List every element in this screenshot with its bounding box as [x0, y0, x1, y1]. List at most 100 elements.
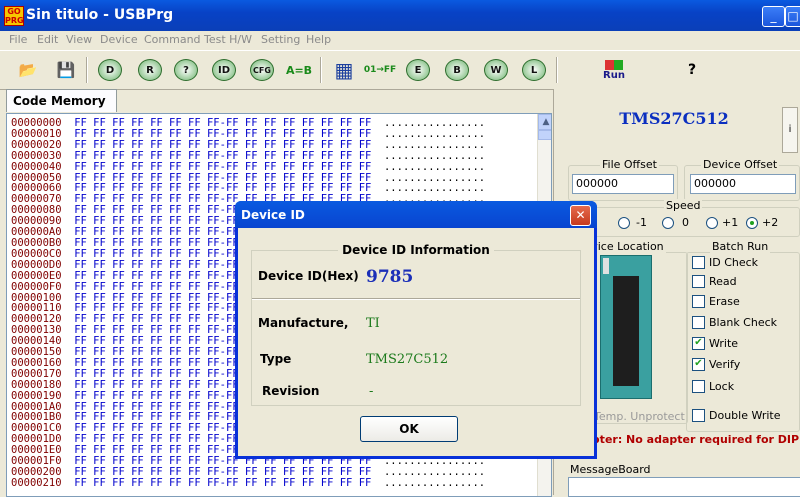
- batch-id-check-checkbox[interactable]: [692, 256, 705, 269]
- run-label: Run: [603, 69, 625, 81]
- menu-file[interactable]: File: [9, 33, 27, 46]
- minimize-button[interactable]: _: [762, 6, 785, 27]
- erase-icon: E: [406, 59, 430, 81]
- batch-read-label: Read: [709, 275, 737, 288]
- speed-radio-plus1[interactable]: [706, 217, 718, 229]
- speed-option-plus1: +1: [722, 216, 739, 229]
- read-button[interactable]: R: [134, 56, 166, 84]
- batch-run-label: Batch Run: [710, 240, 771, 253]
- tab-strip: Code Memory: [0, 89, 552, 113]
- write-button[interactable]: W: [480, 56, 512, 84]
- hex-ascii: ................: [371, 476, 486, 489]
- zif-socket-image: [600, 255, 652, 399]
- menu-command[interactable]: Command: [144, 33, 201, 46]
- toolbar: 📂 💾 D R ? ID CFG A=B ▦ 01→FF E B W L Run…: [0, 50, 800, 90]
- device-id-label: Device ID(Hex): [258, 269, 359, 283]
- batch-read-checkbox[interactable]: [692, 275, 705, 288]
- help-icon: ?: [687, 62, 697, 78]
- adapter-warning: Adapter: No adapter required for DIP: [568, 433, 800, 446]
- menu-edit[interactable]: Edit: [37, 33, 58, 46]
- close-icon[interactable]: ✕: [570, 205, 591, 226]
- fill-button[interactable]: 01→FF: [364, 56, 396, 84]
- app-icon: GO PRG: [4, 6, 24, 26]
- menu-bar: File Edit View Device Command Test H/W S…: [0, 31, 800, 49]
- speed-radio-0[interactable]: [662, 217, 674, 229]
- open-button[interactable]: 📂: [12, 56, 44, 84]
- batch-erase-label: Erase: [709, 295, 740, 308]
- speed-option-plus2: +2: [762, 216, 779, 229]
- hex-row: 00000210 FF FF FF FF FF FF FF FF-FF FF F…: [11, 476, 486, 489]
- side-button[interactable]: i: [782, 107, 798, 153]
- scroll-up-icon[interactable]: ▲: [538, 114, 551, 130]
- file-offset-field[interactable]: 000000: [572, 174, 674, 194]
- manufacture-value: TI: [366, 316, 380, 331]
- unprotect-label: Temp. Unprotect: [594, 410, 685, 423]
- batch-blank-check-label: Blank Check: [709, 316, 778, 329]
- run-button[interactable]: Run: [598, 56, 630, 84]
- batch-lock-label: Lock: [709, 380, 735, 393]
- batch-double-write-label: Double Write: [709, 409, 781, 422]
- compare-icon: A=B: [285, 63, 313, 77]
- run-icon: [605, 59, 623, 70]
- toolbar-separator: [556, 57, 558, 83]
- batch-blank-check-checkbox[interactable]: [692, 316, 705, 329]
- batch-verify-checkbox[interactable]: ✔: [692, 358, 705, 371]
- batch-double-write-checkbox[interactable]: [692, 409, 705, 422]
- detect-icon: D: [98, 59, 122, 81]
- tab-code-memory[interactable]: Code Memory: [6, 89, 117, 112]
- lock-button[interactable]: L: [518, 56, 550, 84]
- divider: [252, 298, 580, 300]
- save-icon: 💾: [56, 61, 76, 79]
- menu-device[interactable]: Device: [100, 33, 138, 46]
- hex-address: 00000210: [11, 476, 62, 489]
- blank-check-button[interactable]: B: [441, 56, 473, 84]
- revision-value: -: [369, 384, 374, 399]
- menu-view[interactable]: View: [66, 33, 92, 46]
- batch-id-check-label: ID Check: [709, 256, 759, 269]
- dialog-title: Device ID: [241, 208, 305, 222]
- message-board[interactable]: [568, 477, 800, 497]
- blank-check-icon: B: [445, 59, 469, 81]
- ok-button[interactable]: OK: [360, 416, 458, 442]
- batch-verify-label: Verify: [709, 358, 741, 371]
- device-id-info-group: Device ID Information Device ID(Hex) 978…: [251, 243, 581, 406]
- batch-write-checkbox[interactable]: ✔: [692, 337, 705, 350]
- speed-option-minus1: -1: [636, 216, 647, 229]
- cfg-button[interactable]: CFG: [246, 56, 278, 84]
- type-label: Type: [260, 352, 292, 366]
- save-button[interactable]: 💾: [50, 56, 82, 84]
- batch-erase-checkbox[interactable]: [692, 295, 705, 308]
- group-title: Device ID Information: [338, 243, 494, 257]
- device-id-dialog: Device ID ✕ Device ID Information Device…: [235, 201, 597, 459]
- speed-radio-minus1[interactable]: [618, 217, 630, 229]
- fill-icon: 01→FF: [363, 65, 397, 75]
- compare-button[interactable]: A=B: [283, 56, 315, 84]
- lock-icon: L: [522, 59, 546, 81]
- menu-setting[interactable]: Setting: [261, 33, 300, 46]
- id-button[interactable]: ID: [208, 56, 240, 84]
- menu-help[interactable]: Help: [306, 33, 331, 46]
- maximize-button[interactable]: □: [785, 6, 800, 27]
- erase-button[interactable]: E: [402, 56, 434, 84]
- menu-test-hw[interactable]: Test H/W: [204, 33, 252, 46]
- hex-edit-icon: ▦: [334, 58, 354, 82]
- device-offset-field[interactable]: 000000: [690, 174, 796, 194]
- batch-lock-checkbox[interactable]: [692, 380, 705, 393]
- device-offset-label: Device Offset: [701, 158, 780, 171]
- message-board-label: MessageBoard: [570, 463, 651, 476]
- read-icon: R: [138, 59, 162, 81]
- dialog-title-bar: Device ID ✕: [235, 201, 597, 228]
- hex-edit-button[interactable]: ▦: [328, 56, 360, 84]
- detect-button[interactable]: D: [94, 56, 126, 84]
- device-id-value: 9785: [366, 267, 414, 287]
- write-icon: W: [484, 59, 508, 81]
- scroll-thumb[interactable]: [538, 130, 551, 140]
- verify-button[interactable]: ?: [170, 56, 202, 84]
- toolbar-separator: [320, 57, 322, 83]
- verify-icon: ?: [174, 59, 198, 81]
- toolbar-separator: [86, 57, 88, 83]
- help-button[interactable]: ?: [676, 56, 708, 84]
- speed-radio-plus2[interactable]: [746, 217, 758, 229]
- speed-option-0: 0: [682, 216, 689, 229]
- cfg-icon: CFG: [250, 59, 274, 81]
